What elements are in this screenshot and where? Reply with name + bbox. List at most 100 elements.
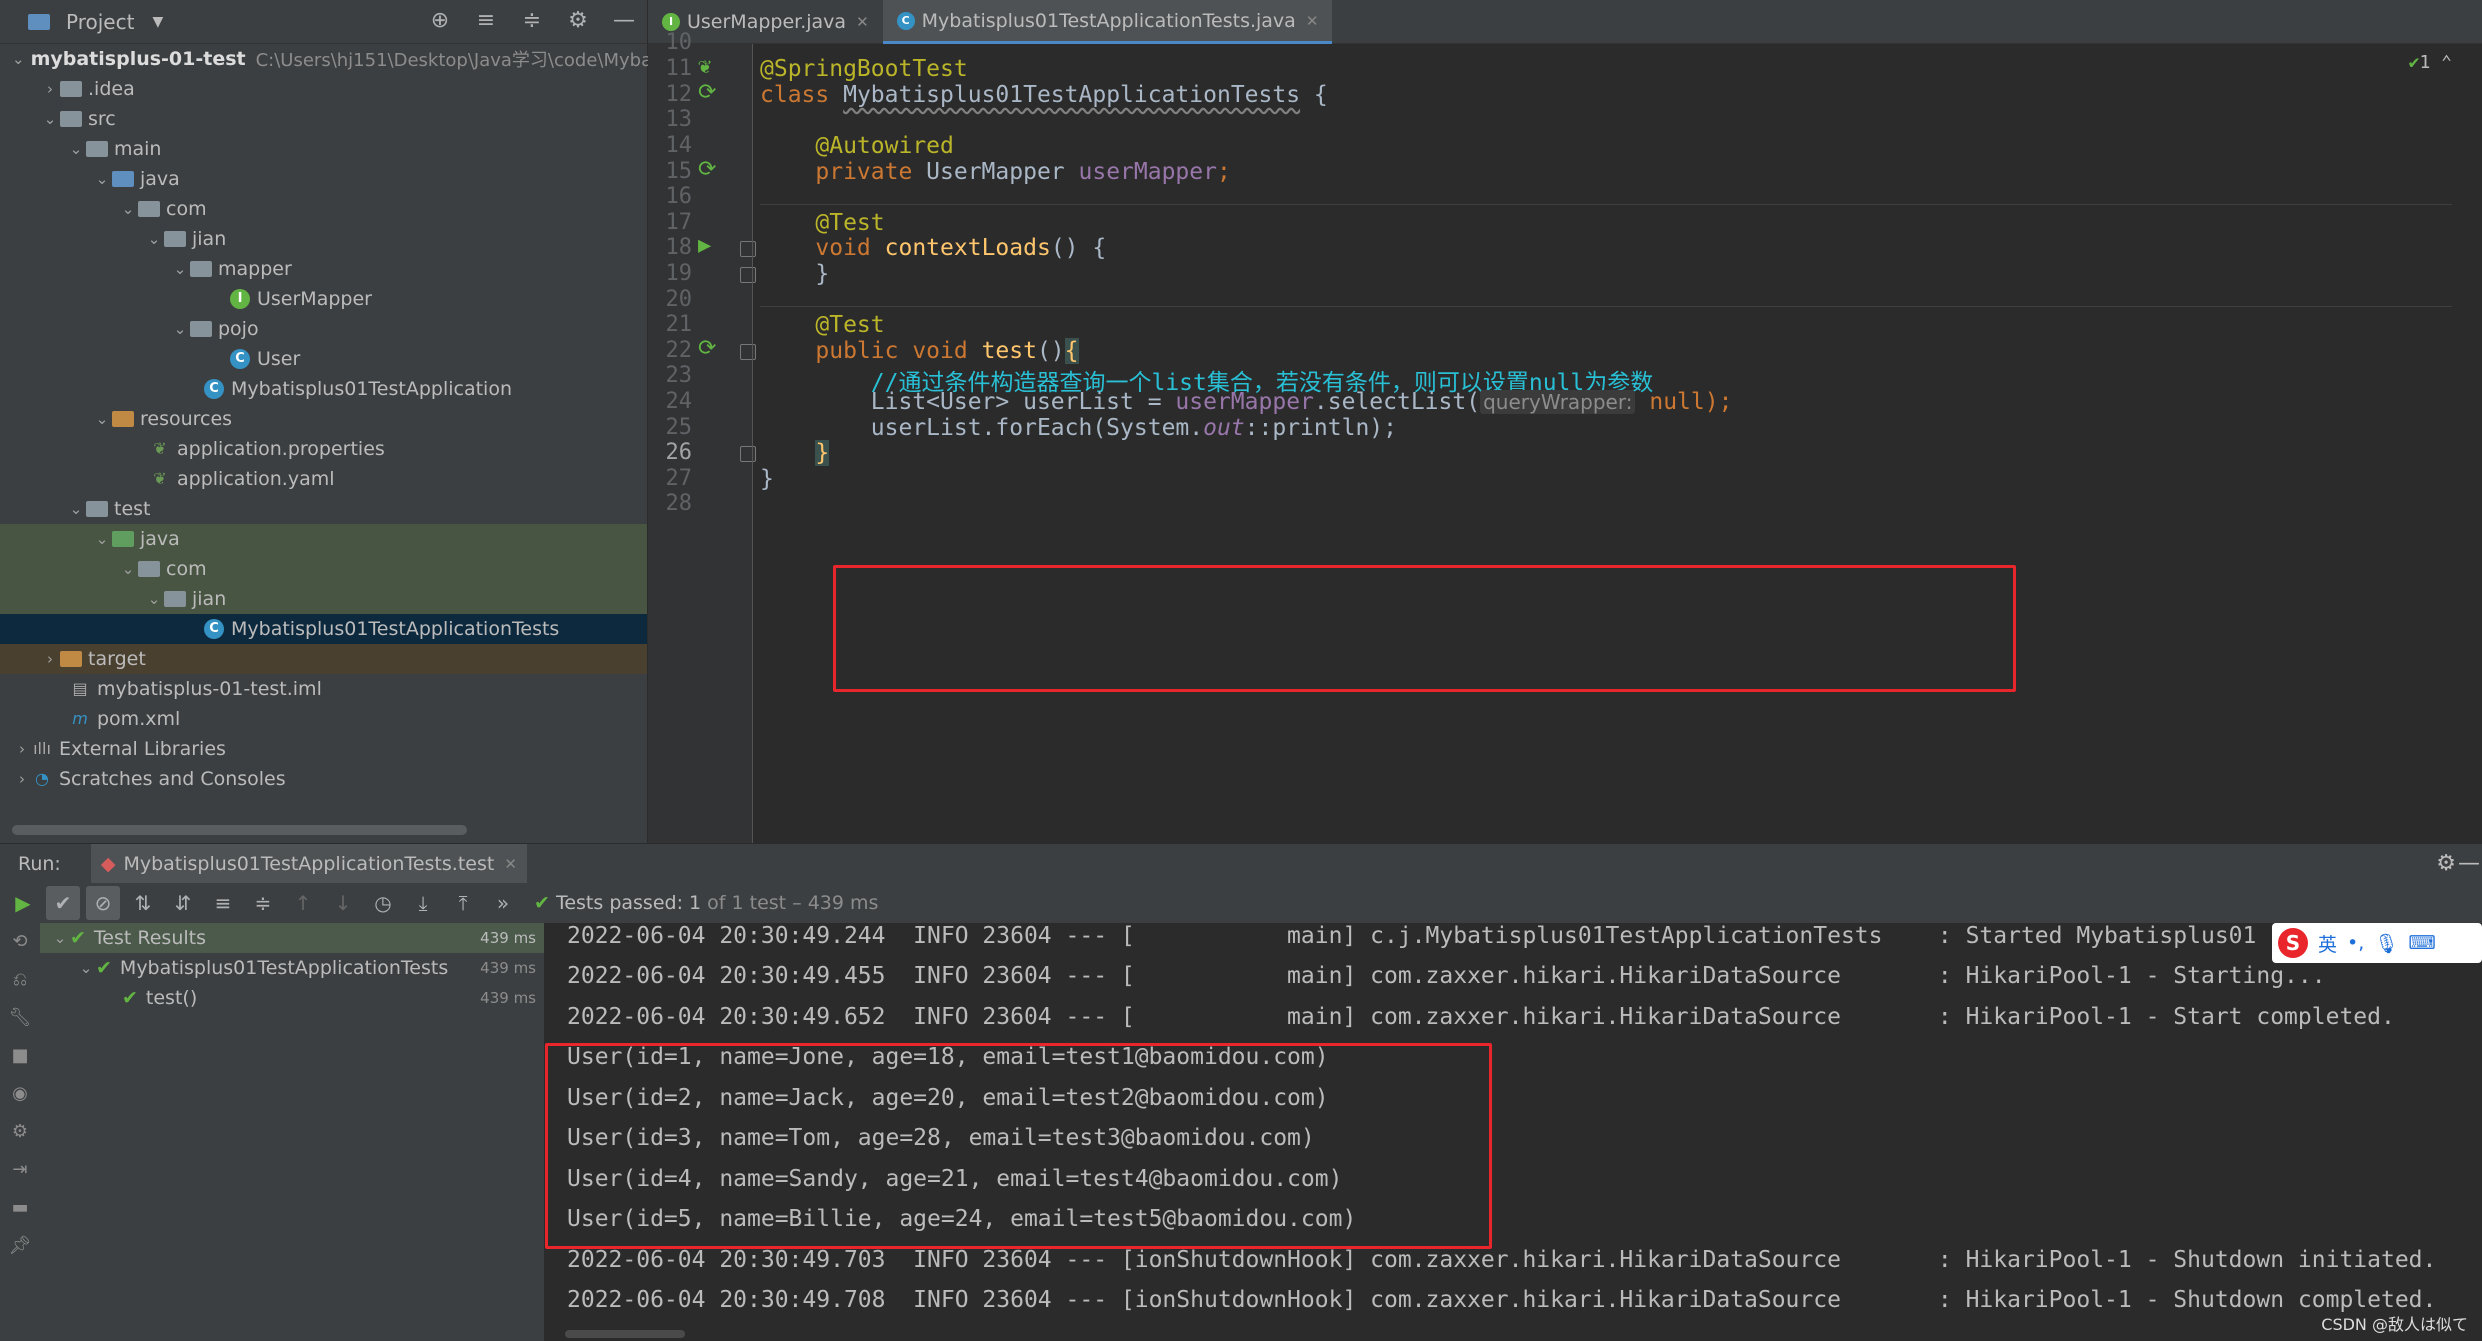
- run-test-icon[interactable]: ⟳: [698, 336, 716, 361]
- keyboard-icon[interactable]: ⌨: [2408, 932, 2435, 954]
- wrench-icon[interactable]: 🔧︎: [0, 999, 40, 1037]
- chevron-down-icon[interactable]: ⌄: [12, 50, 25, 68]
- horizontal-scrollbar[interactable]: [12, 825, 467, 835]
- collapse-all-icon[interactable]: ≑: [519, 8, 545, 34]
- rerun-failed-icon[interactable]: ⟲: [0, 923, 40, 961]
- ime-punctuation[interactable]: •,: [2347, 932, 2364, 954]
- tree-item-tests-class[interactable]: C Mybatisplus01TestApplicationTests: [0, 614, 647, 644]
- tree-item-resources[interactable]: ⌄ resources: [0, 404, 647, 434]
- pin-icon[interactable]: 📌︎: [0, 1227, 40, 1265]
- chevron-right-icon[interactable]: ›: [12, 770, 32, 788]
- tree-item-test[interactable]: ⌄ test: [0, 494, 647, 524]
- arrow-down-icon[interactable]: ↓: [326, 886, 360, 920]
- chevron-down-icon[interactable]: ⌄: [76, 959, 96, 977]
- stop-icon[interactable]: ■: [0, 1037, 40, 1075]
- run-config-tab[interactable]: ◆ Mybatisplus01TestApplicationTests.test…: [90, 843, 527, 884]
- tree-item-src[interactable]: ⌄ src: [0, 104, 647, 134]
- chevron-down-icon[interactable]: ⌄: [144, 590, 164, 608]
- collapse-all-icon[interactable]: ≑: [246, 886, 280, 920]
- tree-item-main[interactable]: ⌄ main: [0, 134, 647, 164]
- tree-item-user[interactable]: C User: [0, 344, 647, 374]
- tab-tests[interactable]: C Mybatisplus01TestApplicationTests.java…: [882, 0, 1333, 44]
- chevron-down-icon[interactable]: ⌄: [92, 170, 112, 188]
- spring-leaf-icon[interactable]: ❦: [698, 54, 711, 79]
- sort-duration-icon[interactable]: ⇵: [166, 886, 200, 920]
- code-editor[interactable]: 10 11 12 13 14 15 16 17 18 19 20 21 22 2…: [648, 30, 2482, 843]
- chevron-right-icon[interactable]: ›: [40, 80, 60, 98]
- arrow-up-icon[interactable]: ↑: [286, 886, 320, 920]
- console-output[interactable]: 2022-06-04 20:30:49.244 INFO 23604 --- […: [545, 923, 2482, 1341]
- minimize-icon[interactable]: —: [611, 8, 637, 34]
- tree-item-test-com[interactable]: ⌄ com: [0, 554, 647, 584]
- close-icon[interactable]: ✕: [1306, 12, 1319, 30]
- tree-item-mapper[interactable]: ⌄ mapper: [0, 254, 647, 284]
- show-ignored-icon[interactable]: ⊘: [86, 886, 120, 920]
- close-icon[interactable]: ✕: [856, 13, 869, 31]
- export-icon[interactable]: ⤒: [446, 886, 480, 920]
- show-passed-icon[interactable]: ✔: [46, 886, 80, 920]
- rerun-icon[interactable]: ▶: [6, 886, 40, 920]
- chevron-down-icon[interactable]: ⌄: [118, 200, 138, 218]
- run-test-icon[interactable]: ▶: [698, 233, 711, 258]
- fold-icon[interactable]: [740, 241, 756, 257]
- tree-item-idea[interactable]: › .idea: [0, 74, 647, 104]
- fold-icon[interactable]: [740, 267, 756, 283]
- settings-icon[interactable]: ⚙: [0, 1113, 40, 1151]
- locate-icon[interactable]: ⊕: [427, 8, 453, 34]
- microphone-icon[interactable]: 🎙︎: [2374, 932, 2398, 955]
- debug-icon[interactable]: ⎌: [0, 961, 40, 999]
- tree-item-java[interactable]: ⌄ java: [0, 164, 647, 194]
- chevron-right-icon[interactable]: ›: [12, 740, 32, 758]
- chevron-up-icon[interactable]: ⌃: [2441, 52, 2452, 73]
- tree-root[interactable]: ⌄ mybatisplus-01-test C:\Users\hj151\Des…: [0, 44, 652, 74]
- tree-item-properties[interactable]: ❦ application.properties: [0, 434, 647, 464]
- chevron-down-icon[interactable]: ⌄: [92, 410, 112, 428]
- horizontal-scrollbar[interactable]: [565, 1330, 685, 1338]
- ime-language[interactable]: 英: [2318, 930, 2337, 957]
- gear-icon[interactable]: ⚙: [565, 8, 591, 34]
- history-icon[interactable]: ◷: [366, 886, 400, 920]
- camera-icon[interactable]: ◉: [0, 1075, 40, 1113]
- more-icon[interactable]: »: [486, 886, 520, 920]
- tree-item-iml[interactable]: ▤ mybatisplus-01-test.iml: [0, 674, 647, 704]
- tree-item-target[interactable]: › target: [0, 644, 647, 674]
- run-test-class-icon[interactable]: ⟳: [698, 80, 716, 105]
- chevron-down-icon[interactable]: ⌄: [170, 260, 190, 278]
- exit-icon[interactable]: ⇥: [0, 1151, 40, 1189]
- chevron-down-icon[interactable]: ⌄: [144, 230, 164, 248]
- tree-item-usermapper[interactable]: I UserMapper: [0, 284, 647, 314]
- tree-item-test-jian[interactable]: ⌄ jian: [0, 584, 647, 614]
- expand-all-icon[interactable]: ≡: [473, 8, 499, 34]
- tree-item-jian[interactable]: ⌄ jian: [0, 224, 647, 254]
- tree-item-pojo[interactable]: ⌄ pojo: [0, 314, 647, 344]
- chevron-down-icon[interactable]: ⌄: [40, 110, 60, 128]
- gear-icon[interactable]: ⚙: [2436, 851, 2456, 876]
- chevron-down-icon[interactable]: ▼: [152, 14, 163, 30]
- tree-item-external-libraries[interactable]: › ıllı External Libraries: [0, 734, 647, 764]
- fold-icon[interactable]: [740, 344, 756, 360]
- test-results-method[interactable]: ✔ test() 439 ms: [40, 983, 544, 1013]
- chevron-right-icon[interactable]: ›: [40, 650, 60, 668]
- import-icon[interactable]: ⤓: [406, 886, 440, 920]
- tree-item-scratches[interactable]: › ◔ Scratches and Consoles: [0, 764, 647, 794]
- fold-icon[interactable]: [740, 446, 756, 462]
- tree-item-pom[interactable]: m pom.xml: [0, 704, 647, 734]
- project-title[interactable]: Project: [66, 10, 134, 34]
- expand-all-icon[interactable]: ≡: [206, 886, 240, 920]
- chevron-down-icon[interactable]: ⌄: [50, 929, 70, 947]
- tree-item-com[interactable]: ⌄ com: [0, 194, 647, 224]
- bean-navigate-icon[interactable]: ⟳: [698, 157, 716, 182]
- tree-item-yaml[interactable]: ❦ application.yaml: [0, 464, 647, 494]
- chevron-down-icon[interactable]: ⌄: [66, 500, 86, 518]
- tree-item-test-java[interactable]: ⌄ java: [0, 524, 647, 554]
- tree-item-application[interactable]: C Mybatisplus01TestApplication: [0, 374, 647, 404]
- sort-alpha-icon[interactable]: ⇅: [126, 886, 160, 920]
- chevron-down-icon[interactable]: ⌄: [92, 530, 112, 548]
- chevron-down-icon[interactable]: ⌄: [66, 140, 86, 158]
- chevron-down-icon[interactable]: ⌄: [170, 320, 190, 338]
- minimize-icon[interactable]: —: [2458, 851, 2480, 876]
- close-icon[interactable]: ✕: [504, 855, 517, 873]
- layout-icon[interactable]: ▬: [0, 1189, 40, 1227]
- ime-toolbar[interactable]: S 英 •, 🎙︎ ⌨: [2272, 923, 2482, 963]
- test-results-class[interactable]: ⌄ ✔ Mybatisplus01TestApplicationTests 43…: [40, 953, 544, 983]
